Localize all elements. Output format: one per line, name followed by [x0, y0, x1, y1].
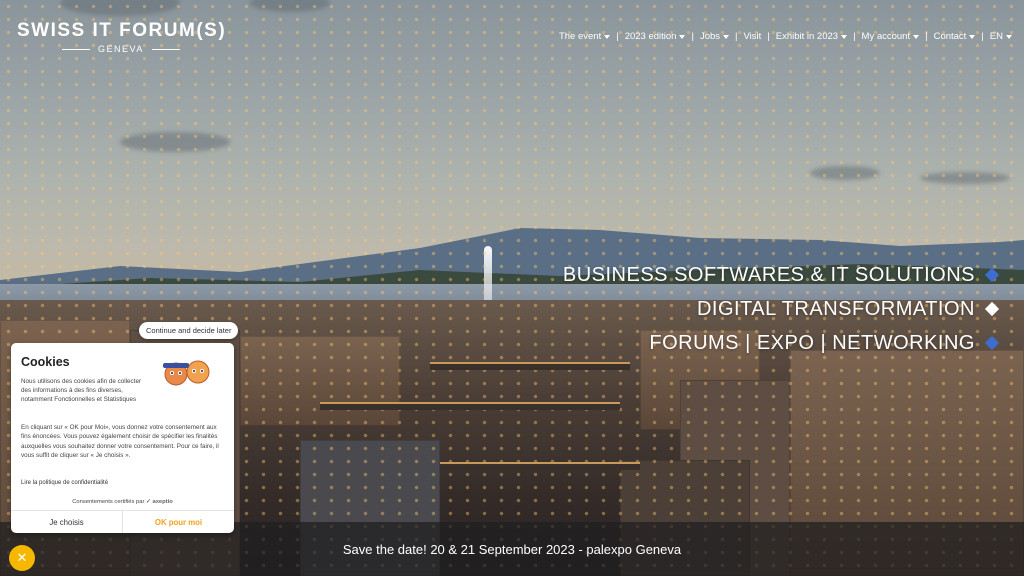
nav-item-exhibit[interactable]: Exhibit in 2023	[775, 31, 848, 42]
nav-item-language[interactable]: EN	[990, 31, 1012, 42]
nav-separator: |	[735, 31, 738, 42]
bridge	[440, 462, 640, 470]
nav-separator: |	[616, 31, 619, 42]
nav-separator: |	[691, 31, 694, 42]
nav-item-visit[interactable]: Visit	[743, 31, 761, 42]
tagline-text: FORUMS | EXPO | NETWORKING	[649, 331, 975, 354]
nav-separator: |	[767, 31, 770, 42]
nav-label: Exhibit in 2023	[775, 31, 839, 42]
cookie-mascots-icon	[163, 360, 210, 386]
cookie-certified-by: Consentements certifiés par ✓ axeptio	[11, 499, 234, 505]
logo-text: SWISS IT FORUM(S)	[17, 20, 227, 41]
nav-label: The event	[558, 31, 602, 42]
cookie-consent-dialog: Cookies Nous utilisons des cookies afin …	[11, 343, 234, 533]
nav-separator: |	[853, 31, 856, 42]
cookie-actions: Je choisis OK pour moi	[11, 510, 234, 533]
divider	[151, 48, 180, 50]
nav-item-contact[interactable]: Contact	[934, 31, 976, 42]
bridge	[430, 362, 630, 370]
chevron-down-icon	[969, 34, 976, 39]
cookie-intro-text: Nous utilisons des cookies afin de colle…	[21, 378, 142, 403]
chevron-down-icon	[1006, 34, 1012, 39]
tagline-forums-expo: FORUMS | EXPO | NETWORKING	[563, 326, 1000, 360]
cookie-consent-text: En cliquant sur « OK pour Moi», vous don…	[21, 424, 219, 460]
logo-subtitle: GENEVA	[98, 44, 144, 54]
axeptio-brand-text: axeptio	[152, 499, 173, 505]
diamond-icon	[984, 267, 1000, 283]
nav-label: Contact	[933, 31, 967, 42]
nav-item-my-account[interactable]: My account	[862, 31, 920, 42]
cookie-title: Cookies	[21, 355, 70, 369]
chevron-down-icon	[604, 34, 611, 39]
hero-taglines: BUSINESS SOFTWARES & IT SOLUTIONS DIGITA…	[562, 258, 1000, 360]
nav-separator: |	[981, 31, 984, 42]
continue-decide-later-button[interactable]: Continue and decide later	[139, 322, 239, 339]
close-icon[interactable]: ✕	[9, 545, 35, 571]
tagline-text: DIGITAL TRANSFORMATION	[696, 297, 975, 320]
nav-item-2023-edition[interactable]: 2023 edition	[625, 31, 686, 42]
chevron-down-icon	[679, 34, 686, 39]
nav-label: EN	[989, 31, 1003, 42]
nav-label: Jobs	[699, 31, 721, 42]
tagline-business-softwares: BUSINESS SOFTWARES & IT SOLUTIONS	[562, 258, 1000, 292]
certified-label: Consentements certifiés par	[72, 499, 145, 505]
nav-item-the-event[interactable]: The event	[558, 31, 611, 42]
diamond-icon	[984, 335, 1000, 351]
privacy-policy-link[interactable]: Lire la politique de confidentialité	[21, 480, 108, 486]
chevron-down-icon	[723, 34, 730, 39]
axeptio-brand: ✓ axeptio	[146, 499, 173, 505]
nav-label: Visit	[743, 31, 762, 42]
choose-button[interactable]: Je choisis	[11, 511, 123, 533]
nav-separator: |	[925, 31, 928, 42]
tagline-text: BUSINESS SOFTWARES & IT SOLUTIONS	[562, 263, 975, 286]
site-logo[interactable]: SWISS IT FORUM(S) GENEVA	[17, 20, 226, 54]
nav-item-jobs[interactable]: Jobs	[699, 31, 730, 42]
tagline-digital-transformation: DIGITAL TRANSFORMATION	[563, 292, 1000, 326]
logo-sub-row: GENEVA	[62, 44, 226, 54]
nav-label: 2023 edition	[624, 31, 677, 42]
ok-for-me-button[interactable]: OK pour moi	[123, 511, 234, 533]
divider	[62, 48, 90, 50]
save-the-date-text: Save the date! 20 & 21 September 2023 - …	[342, 541, 682, 557]
chevron-down-icon	[841, 34, 848, 39]
bridge	[320, 402, 620, 410]
chevron-down-icon	[913, 34, 920, 39]
nav-label: My account	[861, 31, 911, 42]
diamond-icon	[984, 301, 1000, 317]
main-nav: The event | 2023 edition | Jobs | Visit …	[559, 31, 1012, 42]
